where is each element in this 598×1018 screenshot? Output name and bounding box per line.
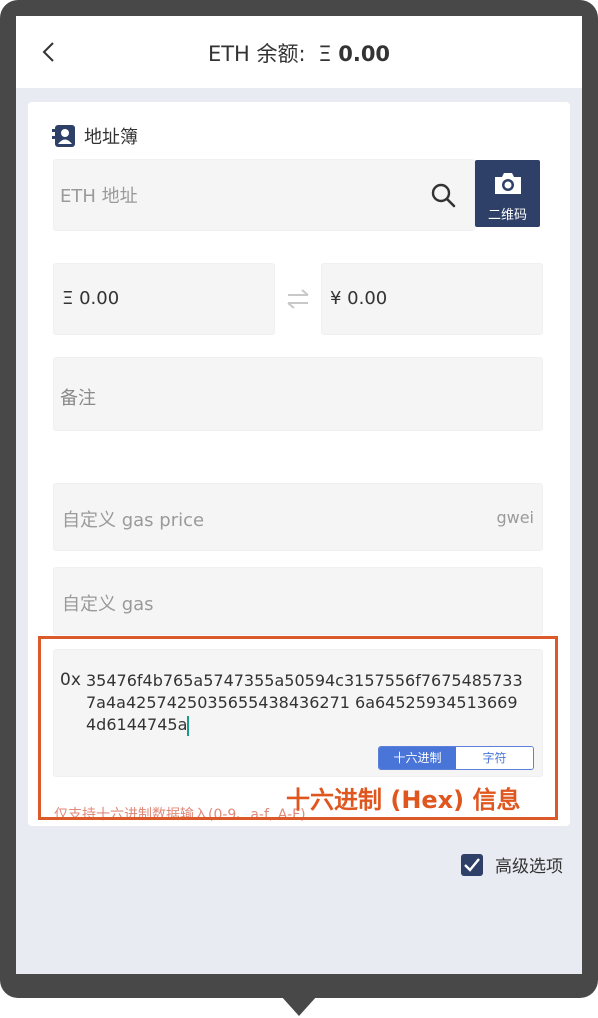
top-bar: ETH 余额: Ξ 0.00: [16, 16, 582, 88]
gas-price-input[interactable]: 自定义 gas price gwei: [54, 484, 542, 550]
qr-code-label: 二维码: [487, 208, 527, 223]
frame-pointer: [281, 996, 317, 1016]
checkmark-icon: [464, 857, 480, 872]
cny-amount-value: ¥ 0.00: [330, 288, 388, 309]
cny-amount-input[interactable]: ¥ 0.00: [322, 264, 542, 334]
annotation-label: 十六进制 (Hex) 信息: [286, 786, 521, 814]
title-label: ETH 余额:: [207, 42, 306, 66]
memo-input[interactable]: 备注: [54, 358, 542, 430]
gas-price-unit: gwei: [496, 508, 534, 527]
gas-limit-input[interactable]: 自定义 gas: [54, 568, 542, 634]
gas-price-placeholder: 自定义 gas price: [62, 510, 205, 531]
device-frame: ETH 余额: Ξ 0.00 地址簿 ETH 地址 二维码 Ξ 0.00 ¥ 0…: [0, 0, 598, 998]
eth-amount-value: Ξ 0.00: [62, 288, 120, 309]
balance-value: 0.00: [338, 42, 391, 66]
memo-placeholder: 备注: [60, 388, 96, 409]
search-icon[interactable]: [430, 182, 456, 208]
eth-address-placeholder: ETH 地址: [60, 186, 138, 207]
wallet-screen: ETH 余额: Ξ 0.00 地址簿 ETH 地址 二维码 Ξ 0.00 ¥ 0…: [16, 16, 582, 974]
checkbox-checked-icon[interactable]: [461, 853, 483, 876]
swap-arrows-icon[interactable]: [286, 288, 310, 310]
advanced-options-toggle[interactable]: 高级选项: [461, 852, 563, 877]
advanced-options-label: 高级选项: [495, 857, 563, 877]
gas-limit-placeholder: 自定义 gas: [62, 594, 154, 615]
eth-address-input[interactable]: ETH 地址: [54, 160, 474, 230]
page-title: ETH 余额: Ξ 0.00: [16, 38, 582, 68]
eth-amount-input[interactable]: Ξ 0.00: [54, 264, 274, 334]
qr-code-button[interactable]: 二维码: [475, 160, 540, 227]
address-book-label: 地址簿: [84, 127, 138, 148]
currency-symbol: Ξ: [318, 42, 332, 66]
camera-icon: [495, 173, 521, 194]
contact-book-icon: [52, 125, 75, 147]
address-book-link[interactable]: 地址簿: [52, 124, 138, 148]
